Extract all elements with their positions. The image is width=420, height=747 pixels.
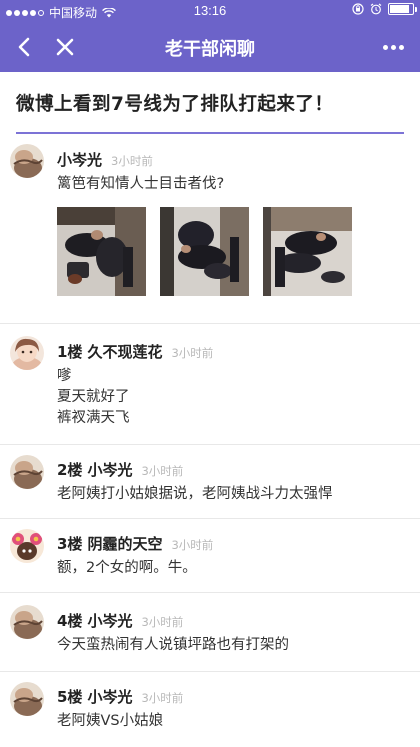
post-time: 3小时前 [141, 464, 184, 478]
floor-number: 2楼 [57, 461, 83, 479]
floor-number: 1楼 [57, 343, 83, 361]
post-text: 今天蛮热闹有人说镇坪路也有打架的 [57, 637, 289, 653]
author-name[interactable]: 小岑光 [87, 610, 132, 631]
battery-level [390, 5, 409, 13]
battery-icon [388, 3, 417, 15]
original-post: 小岑光 3小时前 篱笆有知情人士目击者伐? [0, 134, 420, 324]
post-header: 4楼 小岑光 3小时前 [57, 610, 183, 631]
status-bar: 中国移动 13:16 [0, 0, 420, 22]
avatar-icon[interactable] [10, 605, 44, 639]
subway-fight-photo[interactable] [160, 207, 249, 296]
post-text: 老阿姨打小姑娘据说，老阿姨战斗力太强悍 [57, 486, 333, 502]
post-text: 老阿姨VS小姑娘 [57, 713, 164, 729]
post-text: 篱笆有知情人士目击者伐? [57, 176, 225, 192]
reply-post: 5楼 小岑光 3小时前 老阿姨VS小姑娘 [0, 672, 420, 747]
post-header: 小岑光 3小时前 [57, 149, 153, 170]
author-name[interactable]: 久不现莲花 [87, 341, 162, 362]
nav-bar: 老干部闲聊 [0, 22, 420, 72]
post-line: 嗲 [57, 368, 72, 384]
alarm-icon [370, 3, 382, 15]
post-header: 5楼 小岑光 3小时前 [57, 686, 183, 707]
post-time: 3小时前 [171, 538, 214, 552]
reply-post: 1楼 久不现莲花 3小时前 嗲 夏天就好了 裤衩满天飞 [0, 324, 420, 445]
post-time: 3小时前 [141, 615, 184, 629]
back-chevron-icon[interactable] [10, 32, 40, 62]
reply-post: 4楼 小岑光 3小时前 今天蛮热闹有人说镇坪路也有打架的 [0, 593, 420, 672]
avatar-icon[interactable] [10, 336, 44, 370]
topic-header: 微博上看到7号线为了排队打起来了！ [0, 72, 420, 134]
author-name[interactable]: 小岑光 [87, 459, 132, 480]
author-name[interactable]: 小岑光 [57, 149, 102, 170]
photo-grid [57, 207, 352, 296]
topic-title: 微博上看到7号线为了排队打起来了！ [16, 94, 334, 115]
reply-post: 3楼 阴霾的天空 3小时前 额，2个女的啊。牛。 [0, 519, 420, 593]
subway-fight-photo[interactable] [263, 207, 352, 296]
post-text: 额，2个女的啊。牛。 [57, 560, 197, 576]
lock-rotation-icon [352, 3, 364, 15]
more-icon[interactable] [376, 32, 410, 62]
post-line: 裤衩满天飞 [57, 410, 130, 426]
post-text: 嗲 夏天就好了 裤衩满天飞 [57, 366, 130, 429]
post-header: 2楼 小岑光 3小时前 [57, 459, 183, 480]
post-header: 3楼 阴霾的天空 3小时前 [57, 533, 213, 554]
post-time: 3小时前 [171, 346, 214, 360]
post-line: 夏天就好了 [57, 389, 130, 405]
subway-fight-photo[interactable] [57, 207, 146, 296]
author-name[interactable]: 阴霾的天空 [87, 533, 162, 554]
close-icon[interactable] [50, 32, 80, 62]
author-name[interactable]: 小岑光 [87, 686, 132, 707]
floor-number: 4楼 [57, 612, 83, 630]
reply-post: 2楼 小岑光 3小时前 老阿姨打小姑娘据说，老阿姨战斗力太强悍 [0, 445, 420, 519]
avatar-icon[interactable] [10, 682, 44, 716]
avatar-icon[interactable] [10, 144, 44, 178]
floor-number: 5楼 [57, 688, 83, 706]
avatar-icon[interactable] [10, 529, 44, 563]
post-time: 3小时前 [111, 154, 153, 168]
post-time: 3小时前 [141, 691, 184, 705]
floor-number: 3楼 [57, 535, 83, 553]
post-header: 1楼 久不现莲花 3小时前 [57, 341, 213, 362]
reply-list: 小岑光 3小时前 篱笆有知情人士目击者伐? 1楼 久不现莲花 3小时前 嗲 夏天… [0, 134, 420, 747]
avatar-icon[interactable] [10, 455, 44, 489]
